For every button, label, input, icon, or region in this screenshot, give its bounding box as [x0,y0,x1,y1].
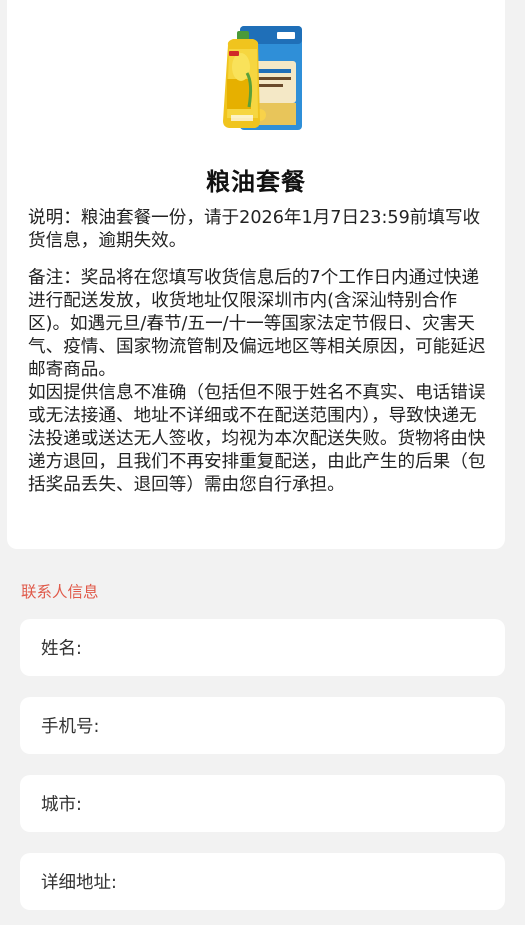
explanation-text: 说明：粮油套餐一份，请于2026年1月7日23:59前填写收货信息，逾期失效。 [28,208,481,251]
phone-field[interactable]: 手机号: [20,697,505,754]
page: 粮油套餐 说明：粮油套餐一份，请于2026年1月7日23:59前填写收货信息，逾… [0,0,525,925]
contact-section-title: 联系人信息 [21,583,99,601]
name-field[interactable]: 姓名: [20,619,505,676]
remark-paragraph-failure: 如因提供信息不准确（包括但不限于姓名不真实、电话错误或无法接通、地址不详细或不在… [28,383,486,495]
address-input[interactable] [116,853,505,910]
remark-paragraph-delivery: 备注：奖品将在您填写收货信息后的7个工作日内通过快递进行配送发放，收货地址仅限深… [28,268,486,380]
city-input[interactable] [81,775,505,832]
grain-and-oil-product-image [223,26,302,130]
city-label: 城市: [41,795,82,815]
prize-remark: 备注：奖品将在您填写收货信息后的7个工作日内通过快递进行配送发放，收货地址仅限深… [28,267,490,497]
prize-title: 粮油套餐 [206,168,306,196]
name-label: 姓名: [41,639,82,659]
prize-explanation: 说明：粮油套餐一份，请于2026年1月7日23:59前填写收货信息，逾期失效。 [28,207,490,253]
address-field[interactable]: 详细地址: [20,853,505,910]
prize-card: 粮油套餐 说明：粮油套餐一份，请于2026年1月7日23:59前填写收货信息，逾… [7,0,505,549]
address-label: 详细地址: [41,873,117,893]
name-input[interactable] [81,619,505,676]
city-field[interactable]: 城市: [20,775,505,832]
phone-input[interactable] [99,697,505,754]
phone-label: 手机号: [41,717,100,737]
